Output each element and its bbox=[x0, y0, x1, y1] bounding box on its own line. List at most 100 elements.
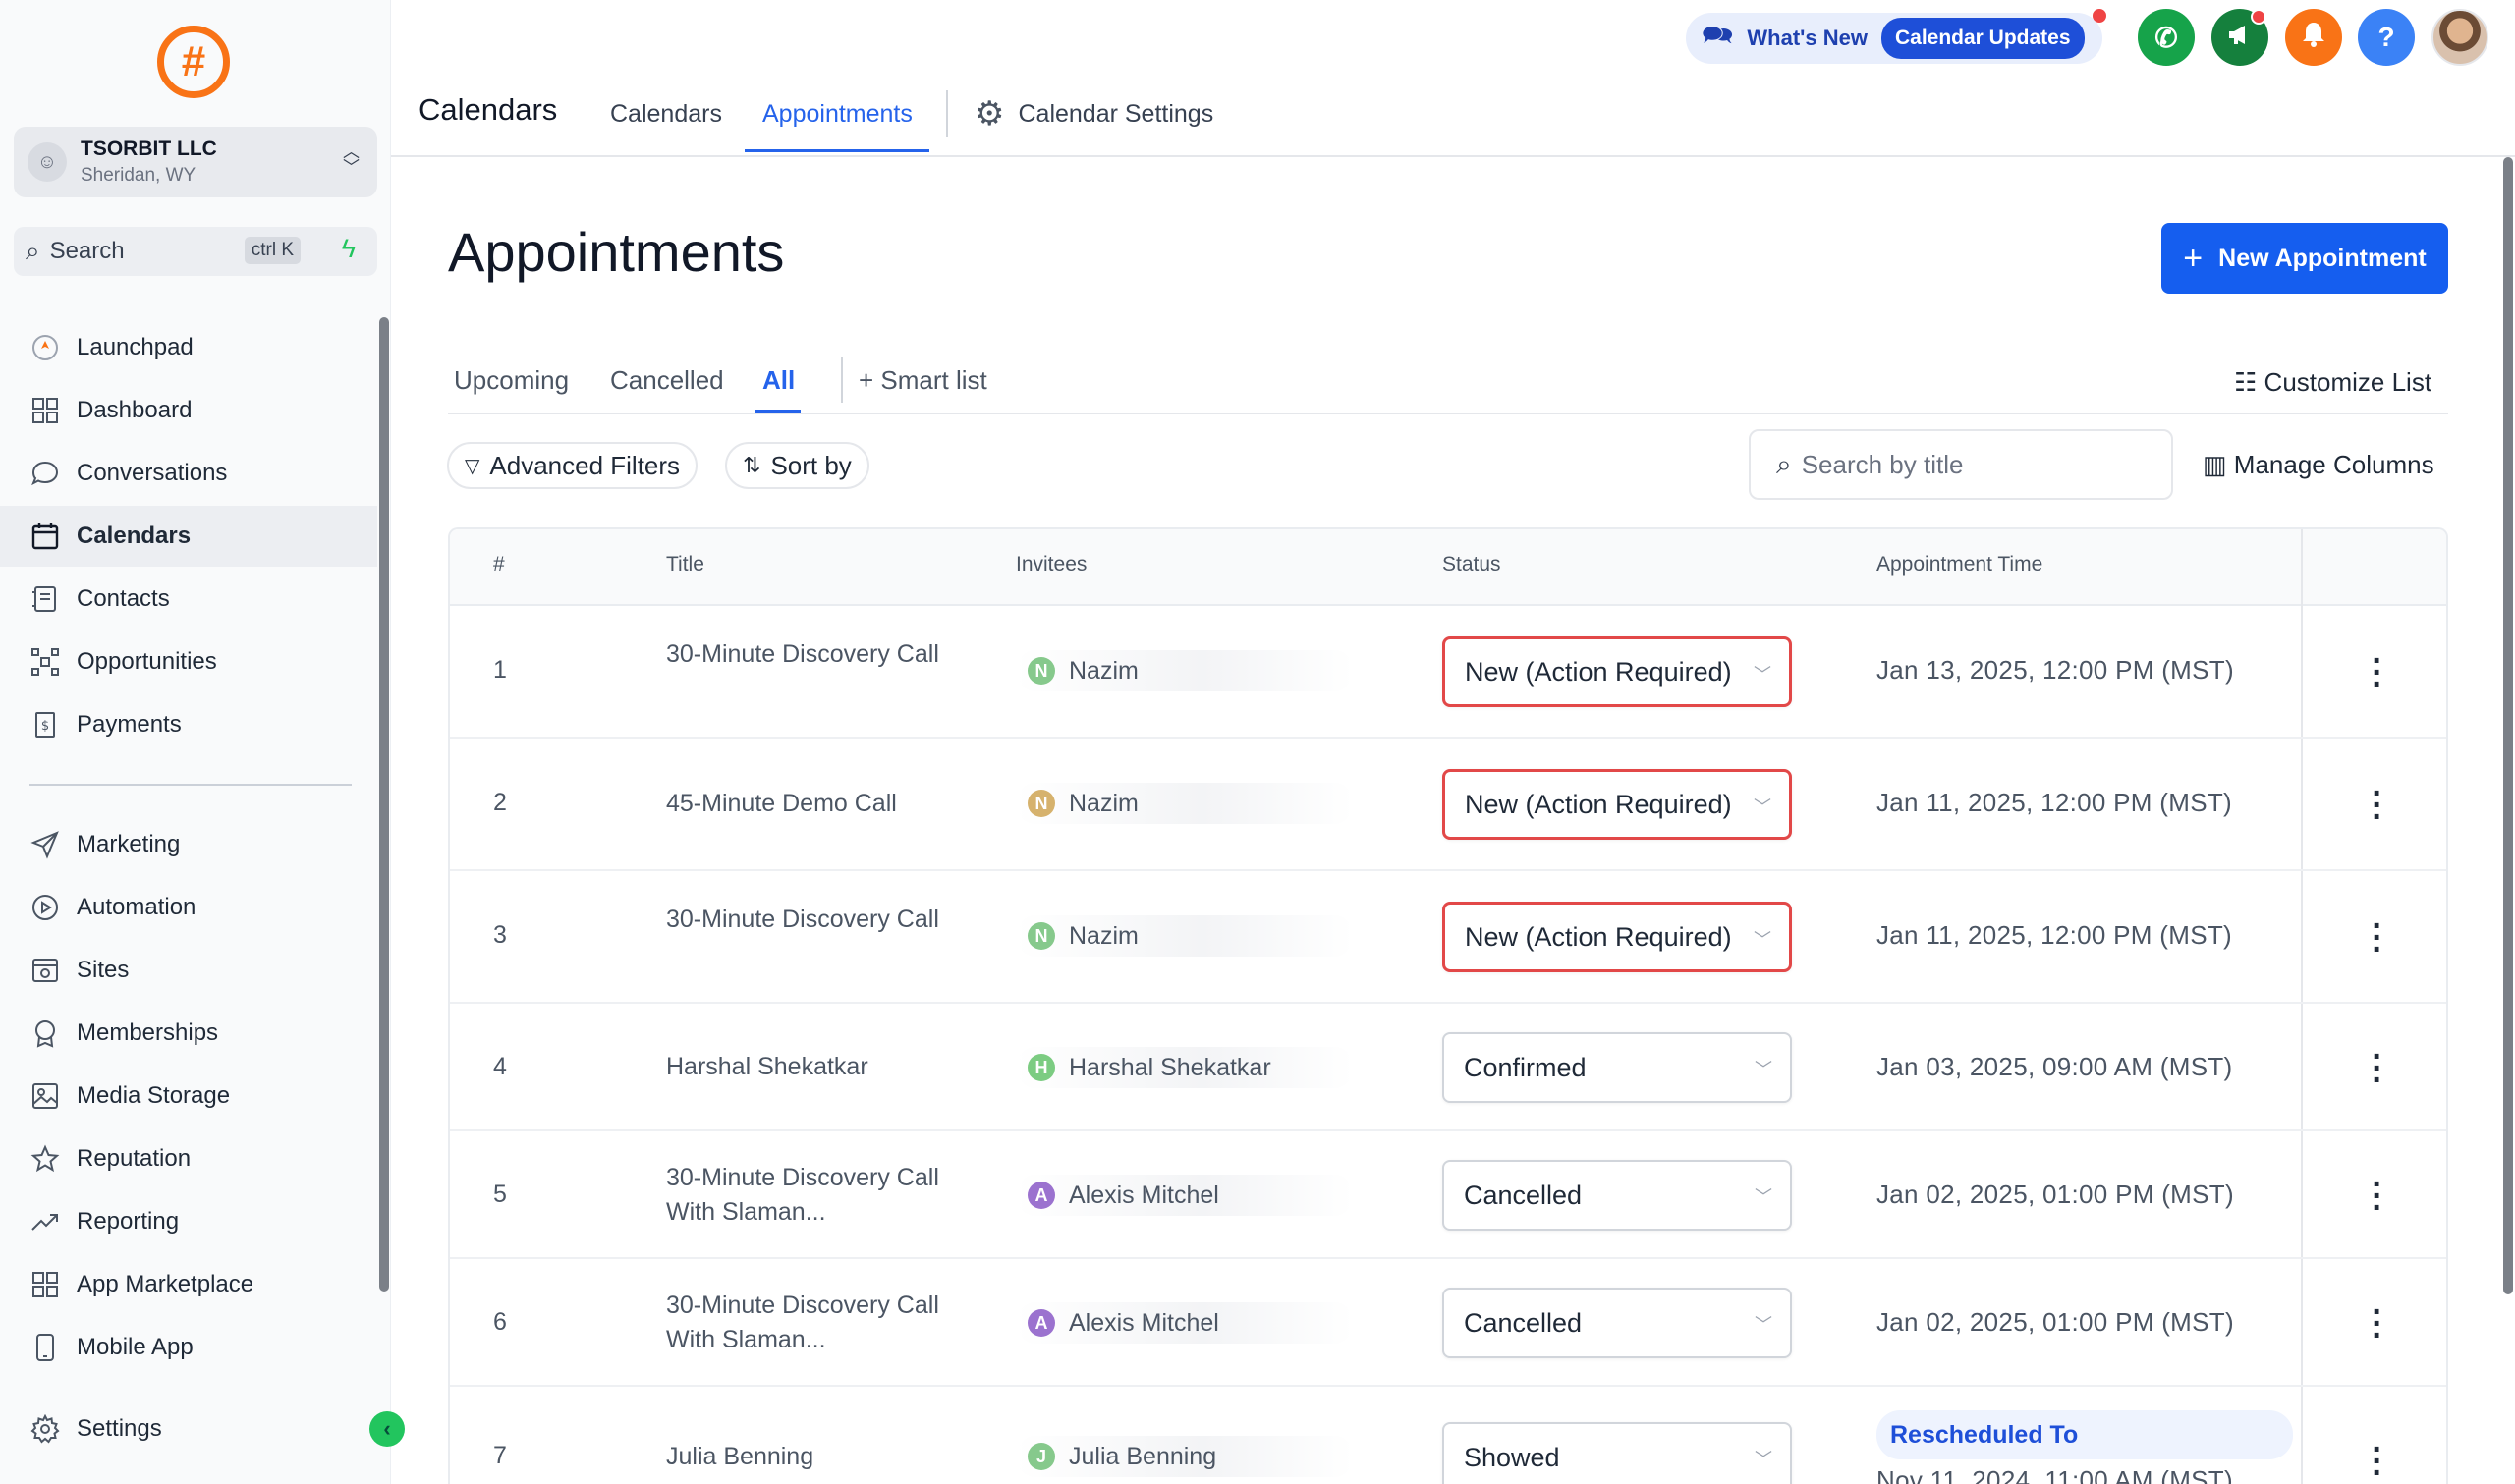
column-header-title[interactable]: Title bbox=[666, 553, 704, 577]
row-number: 4 bbox=[493, 1053, 507, 1080]
customize-list-button[interactable]: ☷ Customize List bbox=[2234, 367, 2431, 398]
sidebar-item-label: Calendars bbox=[77, 522, 192, 549]
brand-logo[interactable]: # bbox=[157, 26, 230, 98]
new-appointment-button[interactable]: + New Appointment bbox=[2161, 223, 2448, 294]
sidebar-scrollbar[interactable] bbox=[379, 317, 389, 1292]
invitee-chip[interactable]: A Alexis Mitchel bbox=[1016, 1302, 1354, 1344]
status-value: Confirmed bbox=[1464, 1052, 1587, 1082]
appointment-time: Jan 13, 2025, 12:00 PM (MST) bbox=[1876, 655, 2234, 685]
announcements-button[interactable] bbox=[2211, 9, 2268, 66]
status-select[interactable]: New (Action Required) ﹀ bbox=[1442, 769, 1792, 840]
sidebar-item-marketing[interactable]: Marketing bbox=[0, 814, 377, 875]
calendar-settings-link[interactable]: ⚙ Calendar Settings bbox=[975, 94, 1213, 134]
column-header-appointment-time[interactable]: Appointment Time bbox=[1876, 553, 2042, 577]
appointment-title[interactable]: 30-Minute Discovery Call bbox=[666, 637, 961, 672]
advanced-filters-button[interactable]: ▽ Advanced Filters bbox=[447, 442, 699, 489]
invitee-chip[interactable]: N Nazim bbox=[1016, 650, 1354, 691]
sidebar-item-reputation[interactable]: Reputation bbox=[0, 1128, 377, 1189]
status-select[interactable]: Showed ﹀ bbox=[1442, 1422, 1792, 1484]
sidebar-item-app-marketplace[interactable]: App Marketplace bbox=[0, 1254, 377, 1315]
subtab-upcoming[interactable]: Upcoming bbox=[454, 365, 569, 396]
more-options-icon[interactable]: · · · bbox=[2366, 909, 2389, 966]
sidebar-item-opportunities[interactable]: Opportunities bbox=[0, 632, 377, 692]
main-scrollbar[interactable] bbox=[2503, 157, 2513, 1294]
column-header-invitees[interactable]: Invitees bbox=[1016, 553, 1087, 577]
invitee-chip[interactable]: J Julia Benning bbox=[1016, 1436, 1354, 1477]
sidebar-item-memberships[interactable]: Memberships bbox=[0, 1003, 377, 1064]
appointment-title[interactable]: 30-Minute Discovery Call With Slaman... bbox=[666, 1161, 961, 1230]
invitee-chip[interactable]: H Harshal Shekatkar bbox=[1016, 1047, 1354, 1088]
sidebar-item-contacts[interactable]: Contacts bbox=[0, 569, 377, 630]
more-options-icon[interactable]: · · · bbox=[2366, 1433, 2389, 1484]
sidebar-item-mobile-app[interactable]: Mobile App bbox=[0, 1317, 377, 1378]
sidebar-item-reporting[interactable]: Reporting bbox=[0, 1191, 377, 1252]
sidebar-item-conversations[interactable]: Conversations bbox=[0, 443, 377, 504]
sidebar-item-label: Mobile App bbox=[77, 1334, 194, 1360]
sidebar-search[interactable]: ⌕ Search ctrl K ϟ bbox=[14, 227, 377, 276]
appointment-title[interactable]: Harshal Shekatkar bbox=[666, 1050, 961, 1084]
table-row[interactable]: 3 30-Minute Discovery Call N Nazim New (… bbox=[450, 871, 2446, 1004]
help-button[interactable]: ? bbox=[2358, 9, 2415, 66]
invitee-avatar: H bbox=[1028, 1054, 1055, 1081]
more-options-icon[interactable]: · · · bbox=[2366, 777, 2389, 834]
subtab-cancelled[interactable]: Cancelled bbox=[610, 365, 724, 396]
sidebar-item-calendars[interactable]: Calendars bbox=[0, 506, 377, 567]
appointment-title[interactable]: Julia Benning bbox=[666, 1440, 961, 1474]
invitee-chip[interactable]: N Nazim bbox=[1016, 783, 1354, 824]
table-row[interactable]: 6 30-Minute Discovery Call With Slaman..… bbox=[450, 1259, 2446, 1387]
column-header-status[interactable]: Status bbox=[1442, 553, 1501, 577]
whats-new-banner[interactable]: 🗪 What's New Calendar Updates bbox=[1686, 9, 2106, 64]
phone-button[interactable]: ✆ bbox=[2138, 9, 2195, 66]
invitee-avatar: N bbox=[1028, 657, 1055, 685]
gear-icon: ⚙ bbox=[975, 95, 1005, 133]
status-select[interactable]: New (Action Required) ﹀ bbox=[1442, 636, 1792, 707]
status-select[interactable]: New (Action Required) ﹀ bbox=[1442, 902, 1792, 972]
more-options-icon[interactable]: · · · bbox=[2366, 1040, 2389, 1097]
appointment-title[interactable]: 30-Minute Discovery Call With Slaman... bbox=[666, 1289, 961, 1357]
invitee-avatar: A bbox=[1028, 1182, 1055, 1209]
sidebar-item-dashboard[interactable]: Dashboard bbox=[0, 380, 377, 441]
bell-icon bbox=[2299, 20, 2328, 56]
manage-columns-button[interactable]: ▥ Manage Columns bbox=[2203, 450, 2434, 480]
sidebar-item-settings[interactable]: Settings bbox=[0, 1399, 377, 1459]
notifications-button[interactable] bbox=[2285, 9, 2342, 66]
status-select[interactable]: Cancelled ﹀ bbox=[1442, 1288, 1792, 1358]
table-row[interactable]: 7 Julia Benning J Julia Benning Showed ﹀… bbox=[450, 1387, 2446, 1484]
sidebar-item-launchpad[interactable]: Launchpad bbox=[0, 317, 377, 378]
bolt-icon[interactable]: ϟ bbox=[342, 234, 356, 264]
calendar-updates-badge[interactable]: Calendar Updates bbox=[1880, 18, 2085, 59]
appointment-title[interactable]: 30-Minute Discovery Call bbox=[666, 903, 961, 937]
columns-icon: ▥ bbox=[2203, 450, 2234, 479]
status-select[interactable]: Cancelled ﹀ bbox=[1442, 1160, 1792, 1231]
sidebar-item-automation[interactable]: Automation bbox=[0, 877, 377, 938]
table-row[interactable]: 4 Harshal Shekatkar H Harshal Shekatkar … bbox=[450, 1004, 2446, 1131]
sidebar-item-payments[interactable]: $ Payments bbox=[0, 694, 377, 755]
tab-calendars[interactable]: Calendars bbox=[610, 100, 722, 129]
invitee-name: Nazim bbox=[1069, 921, 1139, 950]
row-number: 1 bbox=[493, 656, 507, 684]
table-row[interactable]: 5 30-Minute Discovery Call With Slaman..… bbox=[450, 1131, 2446, 1259]
smart-list-button[interactable]: + Smart list bbox=[859, 365, 987, 396]
invitee-chip[interactable]: N Nazim bbox=[1016, 915, 1354, 957]
subtab-all[interactable]: All bbox=[762, 365, 795, 396]
sidebar-item-media-storage[interactable]: Media Storage bbox=[0, 1066, 377, 1127]
search-label: Search bbox=[49, 238, 125, 264]
chevron-down-icon: ﹀ bbox=[1754, 930, 1771, 950]
table-row[interactable]: 2 45-Minute Demo Call N Nazim New (Actio… bbox=[450, 739, 2446, 871]
collapse-sidebar-button[interactable]: ‹ bbox=[369, 1411, 405, 1447]
more-options-icon[interactable]: · · · bbox=[2366, 1168, 2389, 1225]
more-options-icon[interactable]: · · · bbox=[2366, 644, 2389, 701]
sidebar-item-sites[interactable]: Sites bbox=[0, 940, 377, 1001]
table-row[interactable]: 1 30-Minute Discovery Call N Nazim New (… bbox=[450, 606, 2446, 739]
user-avatar[interactable] bbox=[2431, 9, 2488, 66]
status-select[interactable]: Confirmed ﹀ bbox=[1442, 1032, 1792, 1103]
more-options-icon[interactable]: · · · bbox=[2366, 1295, 2389, 1352]
title-search-input[interactable]: ⌕ Search by title bbox=[1749, 429, 2173, 500]
account-switcher[interactable]: ☺ TSORBIT LLC Sheridan, WY ︿ ﹀ bbox=[14, 127, 377, 197]
appointment-title[interactable]: 45-Minute Demo Call bbox=[666, 787, 961, 821]
rescheduled-badge: Rescheduled To bbox=[1876, 1410, 2293, 1459]
sort-by-button[interactable]: ⇅ Sort by bbox=[725, 442, 869, 489]
tab-appointments[interactable]: Appointments bbox=[762, 100, 913, 129]
invitee-chip[interactable]: A Alexis Mitchel bbox=[1016, 1175, 1354, 1216]
search-icon: ⌕ bbox=[1776, 448, 1792, 479]
